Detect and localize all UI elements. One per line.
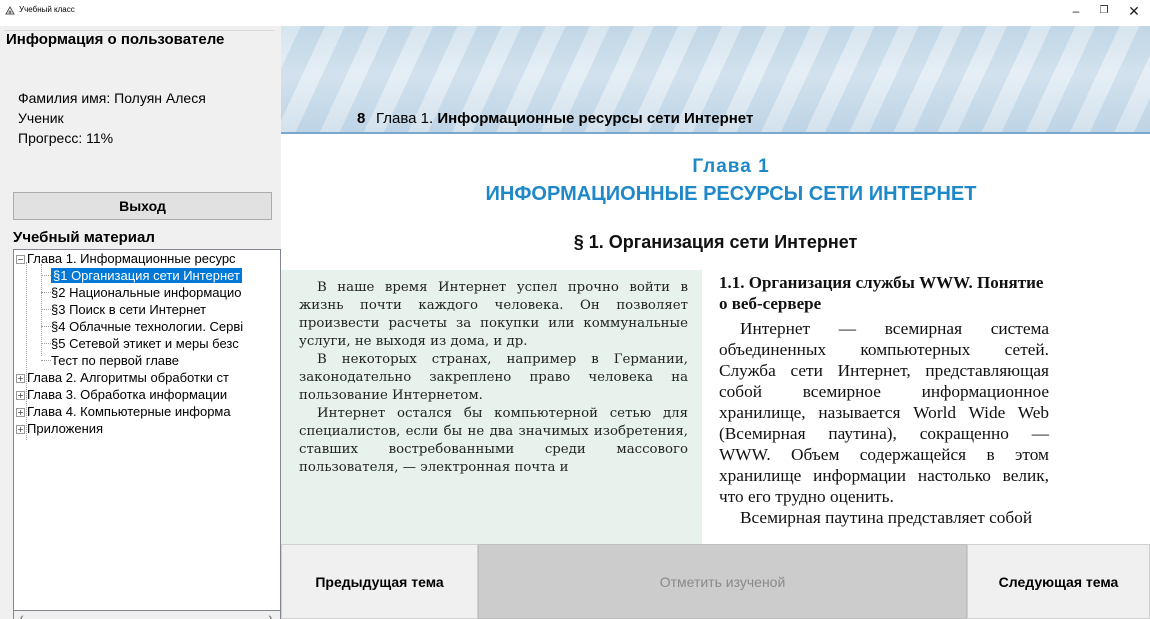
body-paragraph: Всемирная паутина представляет собой	[740, 508, 1033, 527]
expand-icon[interactable]: +	[16, 408, 25, 417]
next-topic-button[interactable]: Следующая тема	[967, 544, 1150, 619]
tree-item-chapter-3[interactable]: + Глава 3. Обработка информации	[16, 386, 227, 403]
tree-connector	[41, 292, 51, 293]
app-icon	[5, 5, 15, 15]
chapter-heading: Глава 1	[692, 156, 770, 177]
user-role: Ученик	[18, 110, 64, 126]
user-progress: Прогресс: 11%	[18, 130, 114, 146]
tree-item-label: Глава 4. Компьютерные информа	[27, 404, 231, 419]
page-number: 8	[357, 110, 366, 127]
logout-button[interactable]: Выход	[13, 192, 272, 220]
tree-connector	[41, 309, 51, 310]
tree-item-section-3[interactable]: §3 Поиск в сети Интернет	[51, 301, 206, 318]
note-panel: В наше время Интернет успел прочно войти…	[281, 270, 702, 544]
close-button[interactable]: ✕	[1120, 0, 1148, 22]
tree-connector	[41, 343, 51, 344]
chapter-title: Информационные ресурсы сети Интернет	[437, 110, 754, 127]
main-text: 1.1. Организация службы WWW. Понятие о в…	[719, 272, 1049, 528]
tree-item-label: Глава 3. Обработка информации	[27, 387, 228, 402]
tree-item-section-4[interactable]: §4 Облачные технологии. Серві	[51, 318, 243, 335]
chapter-prefix: Глава 1.	[376, 110, 434, 127]
tree-item-section-1[interactable]: §1 Организация сети Интернет	[51, 267, 242, 284]
lesson-page: 8 Глава 1. Информационные ресурсы сети И…	[281, 26, 1150, 544]
tree-item-label: §2 Национальные информацио	[51, 285, 242, 300]
chapter-subheading: ИНФОРМАЦИОННЫЕ РЕСУРСЫ СЕТИ ИНТЕРНЕТ	[485, 183, 977, 205]
tree-item-section-2[interactable]: §2 Национальные информацио	[51, 284, 241, 301]
scroll-right-icon[interactable]: ›	[268, 612, 272, 619]
tree-item-test[interactable]: Тест по первой главе	[51, 352, 179, 369]
bottom-navigation: Предыдущая тема Отметить изученой Следую…	[281, 544, 1150, 619]
tree-item-label: Глава 1. Информационные ресурс	[27, 251, 236, 266]
tree-item-label: Глава 2. Алгоритмы обработки ст	[27, 370, 229, 385]
tree-connector	[41, 275, 51, 276]
title-bar: Учебный класс – ❐ ✕	[0, 0, 1150, 26]
note-paragraph: В наше время Интернет успел прочно войти…	[299, 280, 688, 349]
tree-item-label: Тест по первой главе	[51, 353, 180, 368]
user-info-group	[4, 30, 274, 185]
section-title: § 1. Организация сети Интернет	[573, 232, 858, 252]
tree-item-label: Приложения	[27, 421, 104, 436]
tree-item-label: §5 Сетевой этикет и меры безс	[51, 336, 239, 351]
expand-icon[interactable]: +	[16, 425, 25, 434]
note-text: В наше время Интернет успел прочно войти…	[299, 279, 688, 477]
tree-connector	[41, 360, 51, 361]
body-paragraph: Интернет — всемирная система объединенны…	[719, 319, 1049, 506]
mark-studied-button[interactable]: Отметить изученой	[478, 544, 967, 619]
tree-item-appendix[interactable]: + Приложения	[16, 420, 103, 437]
material-heading: Учебный материал	[13, 229, 155, 246]
subsection-heading: 1.1. Организация службы WWW. Понятие о в…	[719, 273, 1044, 313]
tree-horizontal-scrollbar[interactable]: ‹ ›	[13, 611, 281, 619]
note-paragraph: Интернет остался бы компьютерной сетью д…	[299, 406, 688, 475]
window-title: Учебный класс	[19, 5, 75, 14]
scroll-left-icon[interactable]: ‹	[20, 612, 24, 619]
user-info-heading: Информация о пользователе	[6, 31, 229, 48]
minimize-button[interactable]: –	[1062, 0, 1090, 22]
previous-topic-button[interactable]: Предыдущая тема	[281, 544, 478, 619]
left-panel: Информация о пользователе Фамилия имя: П…	[0, 26, 281, 619]
tree-item-chapter-1[interactable]: − Глава 1. Информационные ресурс	[16, 250, 236, 267]
tree-connector	[41, 326, 51, 327]
tree-item-chapter-4[interactable]: + Глава 4. Компьютерные информа	[16, 403, 231, 420]
expand-icon[interactable]: +	[16, 374, 25, 383]
maximize-button[interactable]: ❐	[1090, 0, 1118, 22]
expand-icon[interactable]: +	[16, 391, 25, 400]
collapse-icon[interactable]: −	[16, 255, 25, 264]
tree-item-section-5[interactable]: §5 Сетевой этикет и меры безс	[51, 335, 239, 352]
header-divider	[281, 132, 1150, 134]
material-tree[interactable]: − Глава 1. Информационные ресурс §1 Орган…	[13, 249, 281, 611]
tree-item-label: §1 Организация сети Интернет	[51, 268, 242, 283]
note-paragraph: В некоторых странах, например в Германии…	[299, 352, 688, 403]
tree-item-label: §4 Облачные технологии. Серві	[51, 319, 244, 334]
tree-item-chapter-2[interactable]: + Глава 2. Алгоритмы обработки ст	[16, 369, 229, 386]
page-header-chapter: Глава 1. Информационные ресурсы сети Инт…	[376, 110, 753, 127]
page-header: 8 Глава 1. Информационные ресурсы сети И…	[281, 108, 1150, 132]
user-name: Фамилия имя: Полуян Алеся	[18, 90, 206, 106]
tree-item-label: §3 Поиск в сети Интернет	[51, 302, 207, 317]
